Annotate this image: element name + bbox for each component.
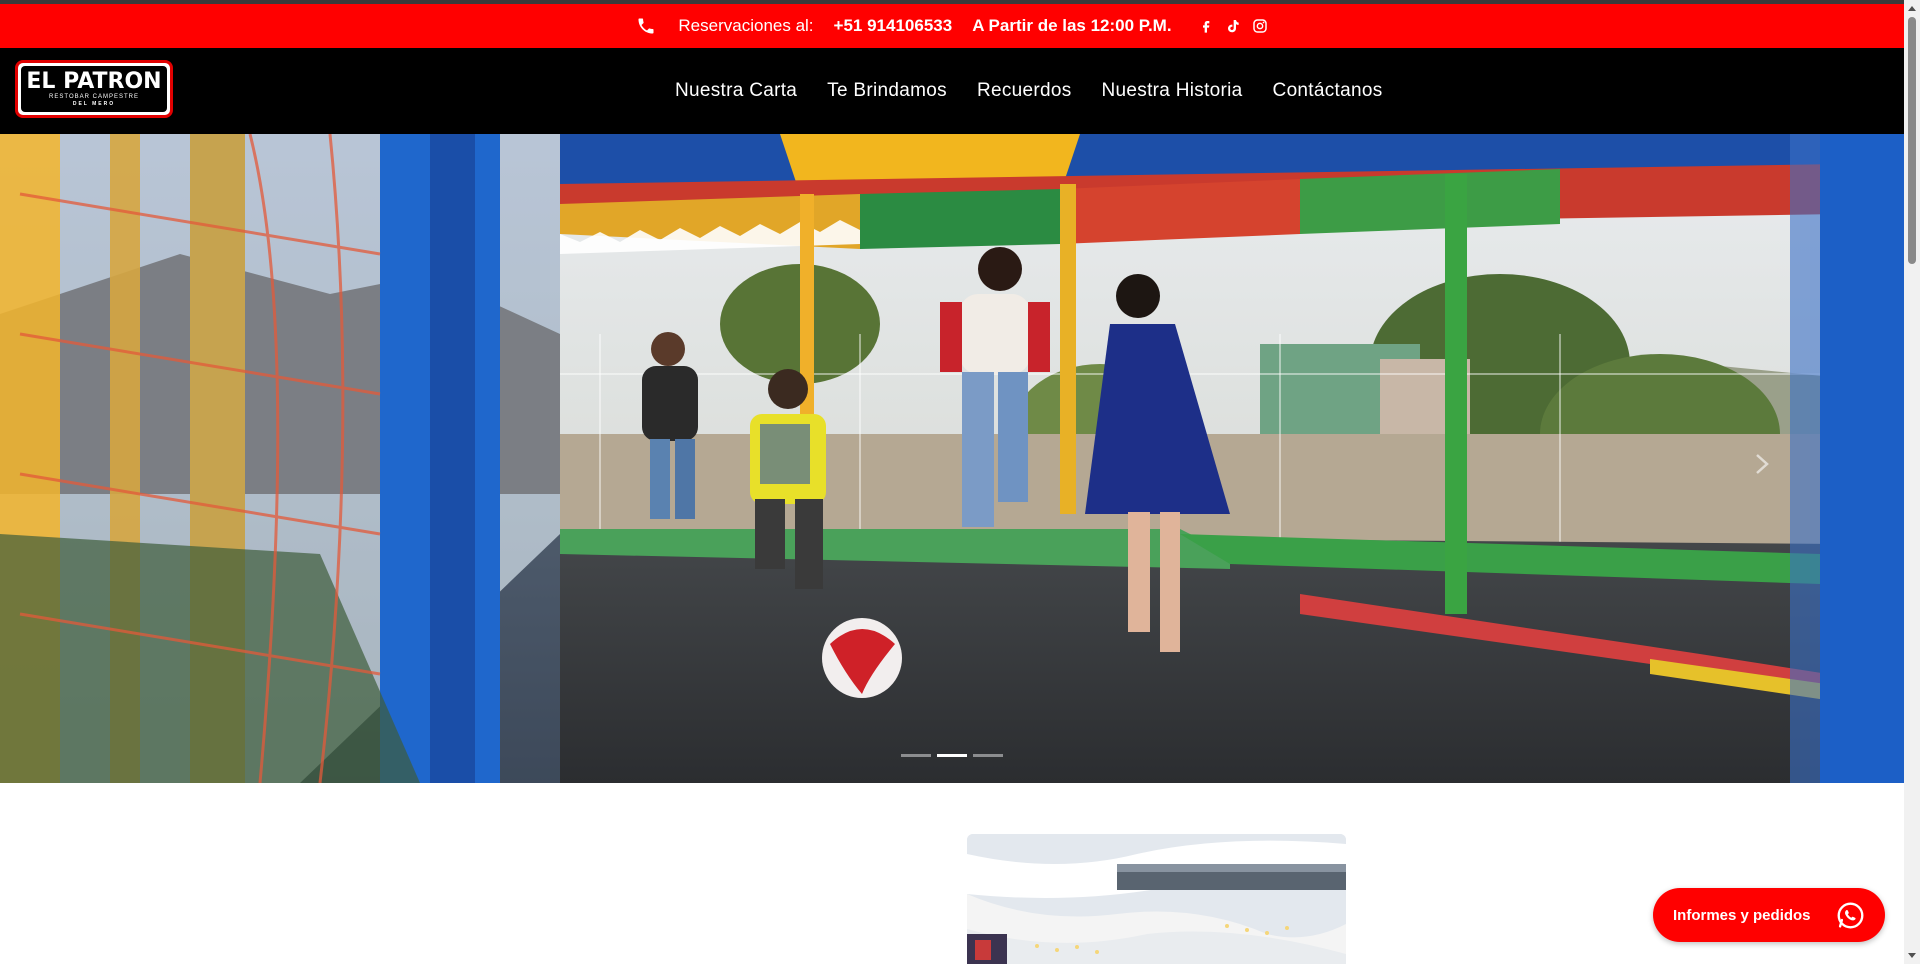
logo-badge: EL PATRON RESTOBAR CAMPESTRE DEL MERO xyxy=(21,66,167,112)
social-links xyxy=(1198,18,1268,34)
top-bar: Reservaciones al: +51 914106533 A Partir… xyxy=(0,4,1904,48)
whatsapp-contact-button[interactable]: Informes y pedidos xyxy=(1653,888,1885,942)
event-gallery-card[interactable] xyxy=(967,834,1346,964)
logo-text: EL PATRON xyxy=(26,69,162,94)
scroll-up-arrow-icon[interactable] xyxy=(1908,6,1916,11)
reservations-label: Reservaciones al: xyxy=(678,16,814,35)
slider-next-arrow-icon[interactable] xyxy=(1752,452,1772,476)
nav-item-nuestra-historia[interactable]: Nuestra Historia xyxy=(1102,80,1243,102)
whatsapp-button-label: Informes y pedidos xyxy=(1673,906,1811,924)
whatsapp-icon xyxy=(1837,902,1864,929)
tiktok-icon[interactable] xyxy=(1225,18,1241,34)
primary-nav: Nuestra Carta Te Brindamos Recuerdos Nue… xyxy=(675,48,1383,134)
hero-slider[interactable] xyxy=(0,134,1904,783)
nav-item-te-brindamos[interactable]: Te Brindamos xyxy=(827,80,947,102)
slider-pagination xyxy=(901,754,1003,757)
opening-hours: A Partir de las 12:00 P.M. xyxy=(972,16,1172,35)
nav-item-recuerdos[interactable]: Recuerdos xyxy=(977,80,1072,102)
page-scrollbar[interactable] xyxy=(1904,0,1920,964)
reservations-phone[interactable]: +51 914106533 xyxy=(834,16,953,36)
phone-icon xyxy=(638,18,654,34)
logo-tagline: RESTOBAR CAMPESTRE xyxy=(49,94,139,100)
facebook-icon[interactable] xyxy=(1198,18,1214,34)
slider-dot-3[interactable] xyxy=(973,754,1003,757)
nav-item-nuestra-carta[interactable]: Nuestra Carta xyxy=(675,80,797,102)
event-tent-photo xyxy=(967,834,1346,964)
hero-photo-trampoline-kids xyxy=(0,134,1904,783)
slider-dot-2[interactable] xyxy=(937,754,967,757)
logo-wordmark: EL PATRON xyxy=(26,71,161,93)
site-logo[interactable]: EL PATRON RESTOBAR CAMPESTRE DEL MERO xyxy=(15,60,173,118)
instagram-icon[interactable] xyxy=(1252,18,1268,34)
scrollbar-thumb[interactable] xyxy=(1908,17,1916,264)
logo-tagline-secondary: DEL MERO xyxy=(72,101,116,107)
main-navbar: EL PATRON RESTOBAR CAMPESTRE DEL MERO Nu… xyxy=(0,48,1904,134)
scroll-down-arrow-icon[interactable] xyxy=(1908,953,1916,958)
slider-dot-1[interactable] xyxy=(901,754,931,757)
nav-item-contactanos[interactable]: Contáctanos xyxy=(1273,80,1383,102)
